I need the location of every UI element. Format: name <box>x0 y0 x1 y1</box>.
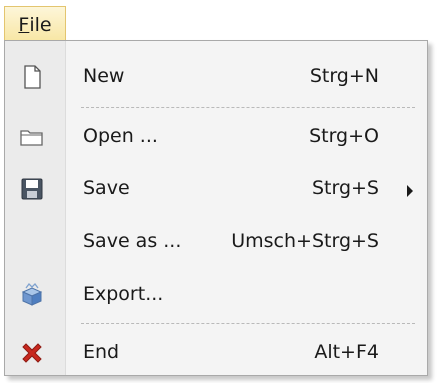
menu-item-export-label: Export... <box>83 283 164 305</box>
menu-item-new-shortcut: Strg+N <box>309 65 379 87</box>
menu-item-save-as-shortcut: Umsch+Strg+S <box>231 230 379 252</box>
menu-item-save-as[interactable]: Save as ... Umsch+Strg+S <box>5 218 427 264</box>
file-menu[interactable]: File <box>4 6 66 40</box>
menu-item-new[interactable]: New Strg+N <box>5 53 427 99</box>
file-dropdown-menu: New Strg+N Open ... Strg+O Save Strg+S S… <box>4 40 428 376</box>
menu-item-save-shortcut: Strg+S <box>311 177 379 199</box>
file-menu-label: ile <box>29 13 52 36</box>
submenu-arrow-icon <box>407 185 413 197</box>
new-document-icon <box>19 64 45 90</box>
menu-item-save[interactable]: Save Strg+S <box>5 165 427 211</box>
menu-item-export[interactable]: Export... <box>5 271 427 317</box>
open-folder-icon <box>19 124 45 150</box>
menu-item-end-shortcut: Alt+F4 <box>314 341 379 363</box>
menu-separator <box>81 323 415 324</box>
menu-item-end[interactable]: End Alt+F4 <box>5 329 427 375</box>
menu-item-save-as-label: Save as ... <box>83 230 182 252</box>
save-disk-icon <box>19 176 45 202</box>
menu-item-new-label: New <box>83 65 125 87</box>
export-box-icon <box>19 282 45 308</box>
menu-item-open[interactable]: Open ... Strg+O <box>5 113 427 159</box>
menu-separator <box>81 107 415 108</box>
file-menu-mnemonic: F <box>18 13 30 36</box>
menu-item-open-label: Open ... <box>83 125 158 147</box>
menu-item-end-label: End <box>83 341 120 363</box>
close-x-icon <box>19 340 45 366</box>
menu-item-save-label: Save <box>83 177 130 199</box>
menu-item-open-shortcut: Strg+O <box>309 125 379 147</box>
